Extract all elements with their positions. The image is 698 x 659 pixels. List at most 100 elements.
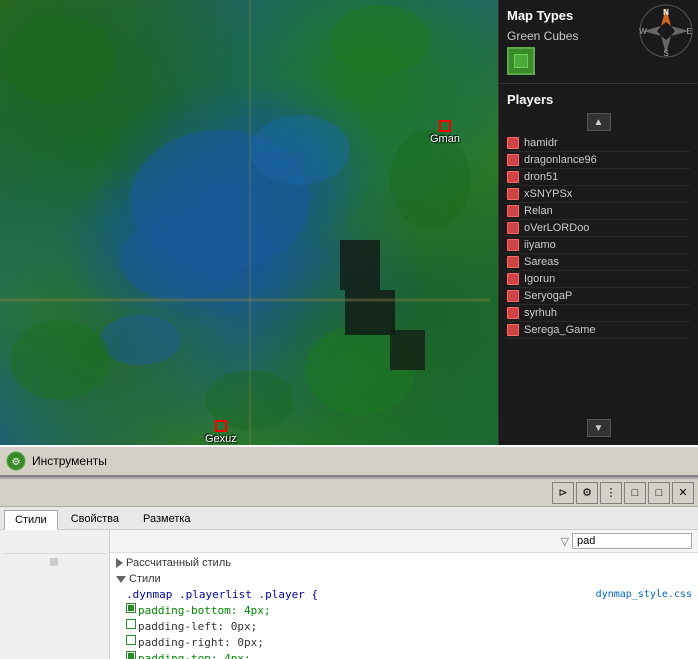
- css-prop-padding-bottom: padding-bottom: 4px;: [126, 603, 692, 619]
- player-list-item[interactable]: Serega_Game: [507, 322, 690, 339]
- css-prop-padding-right: padding-right: 0px;: [126, 635, 692, 651]
- player-list-item[interactable]: iiyamo: [507, 237, 690, 254]
- player-list-item[interactable]: hamidr: [507, 135, 690, 152]
- devtools-css-content: Рассчитанный стиль Стили .dynmap .player: [110, 553, 698, 659]
- player-color-dot: [507, 222, 519, 234]
- calculated-style-section: Рассчитанный стиль: [116, 557, 692, 569]
- map-area[interactable]: Gman Gexuz: [0, 0, 498, 445]
- checkbox-padding-bottom[interactable]: [126, 603, 136, 613]
- prop-padding-left: padding-left: 0px;: [138, 619, 257, 635]
- tab-markup[interactable]: Разметка: [132, 509, 202, 529]
- players-scroll-down: ▼: [507, 419, 690, 437]
- player-name: Igorun: [524, 273, 555, 285]
- player-name: hamidr: [524, 137, 558, 149]
- player-list-item[interactable]: SeryogaP: [507, 288, 690, 305]
- css-selector: .dynmap .playerlist .player {: [126, 587, 318, 603]
- svg-text:E: E: [686, 27, 691, 36]
- action-btn-close[interactable]: ✕: [672, 482, 694, 504]
- tab-styles[interactable]: Стили: [4, 510, 58, 530]
- player-color-dot: [507, 307, 519, 319]
- toolbar-icon[interactable]: ⚙: [4, 449, 28, 473]
- left-strip-lines: [0, 530, 109, 574]
- devtools-panel: ⊳ ⚙ ⋮ □ □ ✕ Стили Свойства Разметка: [0, 477, 698, 659]
- player-color-dot: [507, 137, 519, 149]
- css-prop-padding-left: padding-left: 0px;: [126, 619, 692, 635]
- toolbar-label: Инструменты: [32, 454, 107, 468]
- right-panel: Map Types N: [498, 0, 698, 445]
- devtools-header: ⊳ ⚙ ⋮ □ □ ✕: [0, 479, 698, 507]
- devtools-tabs: Стили Свойства Разметка: [0, 507, 698, 530]
- scroll-up-btn[interactable]: ▲: [587, 113, 611, 131]
- player-color-dot: [507, 239, 519, 251]
- tab-properties[interactable]: Свойства: [60, 509, 130, 529]
- svg-text:N: N: [663, 8, 669, 17]
- player-list-item[interactable]: oVerLORDoo: [507, 220, 690, 237]
- filter-row: ▽: [110, 530, 698, 553]
- player-list-item[interactable]: syrhuh: [507, 305, 690, 322]
- player-marker-gman: Gman: [430, 120, 460, 145]
- devtools-bottom: ▽ Рассчитанный стиль: [0, 530, 698, 659]
- player-list-item[interactable]: xSNYPSx: [507, 186, 690, 203]
- calculated-style-label: Рассчитанный стиль: [126, 557, 231, 569]
- player-name: SeryogaP: [524, 290, 572, 302]
- css-file-link[interactable]: dynmap_style.css: [596, 587, 692, 603]
- svg-text:⚙: ⚙: [12, 457, 21, 468]
- action-btn-5[interactable]: □: [648, 482, 670, 504]
- css-prop-padding-top: padding-top: 4px;: [126, 651, 692, 659]
- player-list-item[interactable]: Relan: [507, 203, 690, 220]
- player-list-item[interactable]: Sareas: [507, 254, 690, 271]
- green-cube-inner: [514, 54, 528, 68]
- css-rule-header-line: .dynmap .playerlist .player { dynmap_sty…: [126, 587, 692, 603]
- toolbar-logo-icon: ⚙: [6, 451, 26, 471]
- action-btn-1[interactable]: ⊳: [552, 482, 574, 504]
- checkbox-padding-right[interactable]: [126, 635, 136, 645]
- green-cube-button[interactable]: [507, 47, 535, 75]
- marker-box-2: [215, 420, 227, 432]
- calculated-style-header[interactable]: Рассчитанный стиль: [116, 557, 692, 569]
- action-btn-3[interactable]: ⋮: [600, 482, 622, 504]
- marker-box: [439, 120, 451, 132]
- player-color-dot: [507, 290, 519, 302]
- checkbox-padding-left[interactable]: [126, 619, 136, 629]
- left-strip: [0, 530, 110, 659]
- svg-text:S: S: [663, 49, 668, 58]
- compass: N S E W: [639, 4, 694, 59]
- css-rule: .dynmap .playerlist .player { dynmap_sty…: [116, 587, 692, 659]
- filter-input[interactable]: [572, 533, 692, 549]
- player-list-item[interactable]: Igorun: [507, 271, 690, 288]
- map-types-section: Map Types N: [499, 0, 698, 84]
- player-color-dot: [507, 188, 519, 200]
- marker-label-2: Gexuz: [205, 433, 237, 445]
- prop-padding-top: padding-top: 4px;: [138, 651, 251, 659]
- checkbox-padding-top[interactable]: [126, 651, 136, 659]
- styles-header[interactable]: Стили: [116, 573, 692, 585]
- player-color-dot: [507, 154, 519, 166]
- players-title: Players: [507, 92, 690, 107]
- filter-icon: ▽: [561, 535, 569, 548]
- player-list-item[interactable]: dron51: [507, 169, 690, 186]
- action-btn-4[interactable]: □: [624, 482, 646, 504]
- player-name: iiyamo: [524, 239, 556, 251]
- prop-padding-right: padding-right: 0px;: [138, 635, 264, 651]
- expand-icon: [116, 558, 123, 568]
- devtools-content-main: ▽ Рассчитанный стиль: [110, 530, 698, 659]
- players-section: Players ▲ hamidr dragonlance96 dron51 xS…: [499, 84, 698, 445]
- player-name: Sareas: [524, 256, 559, 268]
- players-list: hamidr dragonlance96 dron51 xSNYPSx Rela…: [507, 135, 690, 415]
- top-section: Gman Gexuz Map Types: [0, 0, 698, 445]
- action-btn-2[interactable]: ⚙: [576, 482, 598, 504]
- player-name: dron51: [524, 171, 558, 183]
- player-name: xSNYPSx: [524, 188, 572, 200]
- player-name: dragonlance96: [524, 154, 597, 166]
- players-scroll-up: ▲: [507, 113, 690, 131]
- player-color-dot: [507, 171, 519, 183]
- player-name: Serega_Game: [524, 324, 596, 336]
- player-color-dot: [507, 273, 519, 285]
- devtools-actions: ⊳ ⚙ ⋮ □ □ ✕: [552, 482, 694, 504]
- scroll-down-btn[interactable]: ▼: [587, 419, 611, 437]
- collapse-icon: [116, 576, 126, 583]
- player-name: oVerLORDoo: [524, 222, 589, 234]
- player-list-item[interactable]: dragonlance96: [507, 152, 690, 169]
- map-svg: [0, 0, 498, 445]
- player-color-dot: [507, 205, 519, 217]
